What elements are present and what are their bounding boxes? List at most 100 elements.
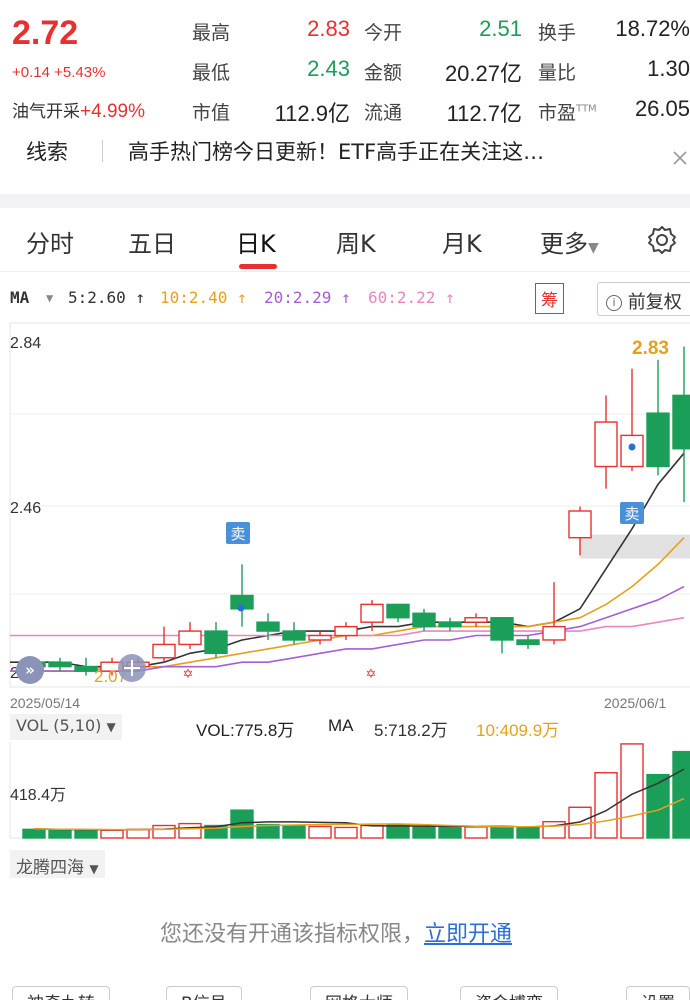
ma-title: MA	[10, 288, 30, 307]
indicator-select[interactable]: 龙腾四海 ▼	[10, 850, 105, 878]
tab-intraday[interactable]: 分时	[26, 224, 74, 259]
grid-master-button[interactable]: 网格大师	[310, 986, 408, 1000]
candle	[308, 631, 332, 645]
volume-bar	[360, 824, 384, 839]
candle	[464, 613, 488, 627]
candle	[620, 368, 644, 471]
volume-indicator-select[interactable]: VOL (5,10) ▼	[10, 714, 122, 740]
float-cap-label: 流通	[364, 102, 403, 124]
capital-game-button[interactable]: 资金博弈	[460, 986, 558, 1000]
candle	[48, 657, 72, 672]
kline-chart[interactable]: 2.842.462.082025/05/142025/06/12.832.07卖…	[0, 322, 690, 712]
volume-bar	[48, 829, 72, 839]
open-value: 2.51	[479, 16, 522, 41]
volume-chart[interactable]: 418.4万	[0, 742, 690, 846]
sector-pct: +4.99%	[80, 101, 145, 122]
candle-body	[542, 625, 566, 641]
adjust-mode-button[interactable]: i 前复权	[597, 282, 690, 316]
market-cap-value: 112.9亿	[274, 101, 350, 126]
news-headline[interactable]: 高手热门榜今日更新！ETF高手正在关注这…	[128, 136, 544, 166]
candle	[672, 346, 690, 503]
signal-dot	[628, 443, 636, 451]
amount-value: 20.27亿	[444, 61, 522, 86]
candle-body	[568, 510, 592, 539]
news-tag: 线索	[26, 140, 68, 164]
ma-dropdown-icon[interactable]: ▼	[46, 291, 53, 305]
gear-icon[interactable]	[646, 224, 678, 256]
ma5-legend: 5:2.60 ↑	[68, 288, 146, 307]
settings-button[interactable]: 设置	[626, 986, 690, 1000]
volume-bar	[282, 824, 306, 839]
sell-signal-tag: 卖	[226, 522, 250, 544]
ma20-legend: 20:2.29 ↑	[264, 288, 351, 307]
activate-link[interactable]: 立即开通	[424, 922, 512, 947]
candle-body	[334, 625, 358, 637]
volume-bar	[490, 825, 514, 839]
candle-body	[490, 617, 514, 641]
ma60-legend: 60:2.22 ↑	[368, 288, 455, 307]
candle	[594, 395, 618, 489]
high-value: 2.83	[307, 16, 350, 41]
candle	[204, 622, 228, 658]
chip-distribution-button[interactable]: 筹	[535, 283, 564, 314]
volume-bar	[308, 825, 332, 839]
signal-dot	[237, 604, 245, 612]
candle-body	[412, 612, 436, 628]
volume-bar	[516, 826, 540, 839]
candle	[178, 622, 202, 649]
expand-left-icon: »	[16, 656, 44, 684]
ma-legend[interactable]: MA ▼ 5:2.60 ↑ 10:2.40 ↑ 20:2.29 ↑ 60:2.2…	[0, 284, 690, 314]
tab-daily-k[interactable]: 日K	[236, 224, 276, 259]
tab-five-day[interactable]: 五日	[128, 224, 176, 259]
event-star-icon: ✡	[366, 667, 377, 682]
dropdown-arrow-icon: ▼	[89, 862, 99, 876]
vol-value: VOL:775.8万	[196, 721, 295, 740]
tab-weekly-k[interactable]: 周K	[336, 224, 376, 259]
news-strip[interactable]: 线索 高手热门榜今日更新！ETF高手正在关注这…	[0, 128, 690, 194]
candle	[386, 603, 410, 623]
close-icon[interactable]	[672, 150, 688, 166]
candle-body	[646, 412, 670, 468]
volume-bar	[438, 826, 462, 839]
volume-bar	[126, 828, 150, 839]
ttm-badge: TTM	[576, 103, 597, 115]
y-tick-label: 2.46	[10, 500, 41, 517]
candle	[646, 359, 670, 476]
price-change: +0.14 +5.43%	[12, 64, 106, 81]
candle-body	[152, 643, 176, 659]
tab-more[interactable]: 更多▼	[540, 224, 599, 259]
section-divider	[0, 194, 690, 208]
sector-change[interactable]: 油气开采+4.99%	[12, 97, 145, 123]
candle-body	[672, 394, 690, 450]
last-price: 2.72	[12, 14, 79, 52]
vol-ma-label: MA	[328, 716, 354, 735]
candle	[282, 622, 306, 645]
volume-y-tick: 418.4万	[10, 787, 66, 804]
pe-value: 26.05	[634, 96, 690, 121]
tab-monthly-k[interactable]: 月K	[442, 224, 482, 259]
volume-bar	[256, 823, 280, 839]
active-tab-indicator	[239, 264, 277, 269]
y-tick-label: 2.84	[10, 335, 41, 352]
volume-bar	[100, 829, 124, 839]
candle-body	[204, 630, 228, 655]
quote-header: 2.72 +0.14 +5.43% 油气开采+4.99% 最高 2.83 今开 …	[0, 0, 690, 128]
low-label: 最低	[192, 62, 231, 84]
magic-nine-button[interactable]: 神奇九转	[12, 986, 110, 1000]
candle-body	[360, 603, 384, 623]
candle	[516, 635, 540, 649]
vol-ma10: 10:409.9万	[476, 721, 560, 740]
b-signal-button[interactable]: B信号	[166, 986, 242, 1000]
volume-ratio-label: 量比	[538, 62, 577, 84]
volume-bar	[672, 750, 690, 839]
sell-tag-label: 卖	[624, 505, 639, 523]
float-cap-value: 112.7亿	[446, 101, 522, 126]
turnover-label: 换手	[538, 22, 577, 44]
indicator-lock-message: 您还没有开通该指标权限，立即开通	[160, 916, 512, 948]
news-divider	[102, 140, 103, 162]
candle	[438, 617, 462, 632]
open-label: 今开	[364, 22, 403, 44]
sell-tag-label: 卖	[230, 525, 245, 543]
x-start-label: 2025/05/14	[10, 695, 80, 711]
period-tabs: 分时 五日 日K 周K 月K 更多▼	[0, 208, 690, 272]
